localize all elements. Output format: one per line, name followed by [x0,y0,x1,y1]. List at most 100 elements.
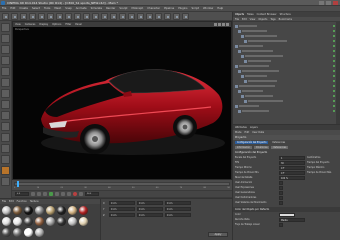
coordinate-size-field[interactable]: 0 cm [137,201,163,205]
attribute-subtab[interactable]: Referencias [270,141,287,144]
material-swatch[interactable] [46,206,55,215]
scale-icon[interactable] [38,12,45,20]
editor-visibility-dot[interactable] [333,80,335,82]
texture-mode-icon[interactable] [1,45,10,54]
next-frame-button[interactable] [55,192,59,196]
previous-key-button[interactable] [37,192,41,196]
viewport-menu-cameras[interactable]: Cameras [25,23,36,26]
attribute-checkbox[interactable] [279,222,283,227]
object-row[interactable] [235,79,338,83]
object-row[interactable] [235,104,338,108]
coordinate-rotation-field[interactable]: 0 cm [165,207,191,211]
coordinate-rotation-field[interactable]: 0 cm [165,213,191,217]
object-row[interactable] [235,69,338,73]
menu-item-window[interactable]: Window [203,7,213,10]
editor-visibility-dot[interactable] [333,60,335,62]
attribute-menu-item[interactable]: Mode [235,131,242,134]
menu-item-sculpt[interactable]: Sculpt [119,7,127,10]
attribute-checkbox[interactable] [279,200,283,205]
tab-takes[interactable]: Takes [247,13,254,16]
object-row[interactable] [235,39,338,43]
editor-visibility-dot[interactable] [333,105,335,107]
menu-item-edit[interactable]: Edit [10,7,15,10]
coordinate-position-field[interactable]: 0 cm [109,213,135,217]
maximize-button[interactable] [326,1,331,5]
material-swatch[interactable] [24,228,33,237]
layout-icon[interactable] [1,177,10,186]
object-menu-file[interactable]: File [235,18,239,21]
points-mode-icon[interactable] [1,67,10,76]
editor-visibility-dot[interactable] [333,75,335,77]
editor-visibility-dot[interactable] [333,110,335,112]
editor-visibility-dot[interactable] [333,65,335,67]
coordinate-system-icon[interactable] [83,12,90,20]
attribute-value-field[interactable]: Media [279,217,305,222]
editor-visibility-dot[interactable] [333,95,335,97]
live-selection-icon[interactable] [20,12,27,20]
object-row[interactable] [235,99,338,103]
material-swatch[interactable] [24,217,33,226]
attribute-subtab-secondary[interactable]: Referencias [271,146,289,149]
material-swatch[interactable] [24,206,33,215]
camera-icon[interactable] [173,12,180,20]
viewport-zoom-icon[interactable] [218,23,221,26]
attribute-checkbox[interactable] [279,185,283,190]
floor-icon[interactable] [164,12,171,20]
workplane-lock-icon[interactable] [1,133,10,142]
rotate-icon[interactable] [47,12,54,20]
menu-item-animate[interactable]: Animate [76,7,87,10]
pen-icon[interactable] [128,12,135,20]
material-swatch[interactable] [35,206,44,215]
subdivision-icon[interactable] [137,12,144,20]
object-menu-bookmarks[interactable]: Bookmarks [279,18,292,21]
object-row[interactable] [235,34,338,38]
editor-visibility-dot[interactable] [333,100,335,102]
object-menu-tags[interactable]: Tags [270,18,275,21]
material-swatch[interactable] [79,206,88,215]
color-swatch[interactable] [279,212,295,217]
material-swatch[interactable] [46,217,55,226]
material-menu-texture[interactable]: Texture [30,200,39,203]
editor-visibility-dot[interactable] [333,35,335,37]
light-icon[interactable] [182,12,189,20]
current-frame-field[interactable]: 0 F [15,192,29,196]
editor-visibility-dot[interactable] [333,45,335,47]
material-swatch[interactable] [57,217,66,226]
viewport-menu-filter[interactable]: Filter [65,23,71,26]
render-settings-icon[interactable] [110,12,117,20]
menu-item-create[interactable]: Create [19,7,28,10]
coordinate-size-field[interactable]: 0 cm [137,213,163,217]
coordinate-rotation-field[interactable]: 0 cm [165,201,191,205]
workplane-icon[interactable] [1,56,10,65]
attribute-checkbox[interactable] [279,190,283,195]
move-icon[interactable] [29,12,36,20]
object-row[interactable] [235,74,338,78]
menu-item-help[interactable]: Help [217,7,223,10]
menu-item-mograph[interactable]: MoGraph [131,7,143,10]
material-swatch[interactable] [35,228,44,237]
attribute-value-field[interactable]: 100 % [279,175,305,180]
material-swatch[interactable] [2,217,11,226]
material-swatch[interactable] [13,228,22,237]
attribute-menu-item[interactable]: User Data [252,131,264,134]
attribute-checkbox[interactable] [279,180,283,185]
attribute-checkbox[interactable] [279,195,283,200]
object-row[interactable] [235,49,338,53]
record-button[interactable] [73,192,77,196]
attribute-value-field[interactable]: 0 F [279,165,305,170]
redo-icon[interactable] [11,12,18,20]
object-menu-edit[interactable]: Edit [242,18,247,21]
undo-icon[interactable] [2,12,9,20]
editor-visibility-dot[interactable] [333,90,335,92]
object-row[interactable] [235,59,338,63]
axis-mode-icon[interactable] [1,100,10,109]
polygons-mode-icon[interactable] [1,89,10,98]
render-picture-viewer-icon[interactable] [101,12,108,20]
tab-structure[interactable]: Structure [280,13,291,16]
tab-objects[interactable]: Objects [235,13,244,16]
material-menu-edit[interactable]: Edit [9,200,14,203]
make-editable-icon[interactable] [1,23,10,32]
snap-icon[interactable] [1,122,10,131]
material-swatch[interactable] [2,228,11,237]
menu-item-pipeline[interactable]: Pipeline [164,7,174,10]
